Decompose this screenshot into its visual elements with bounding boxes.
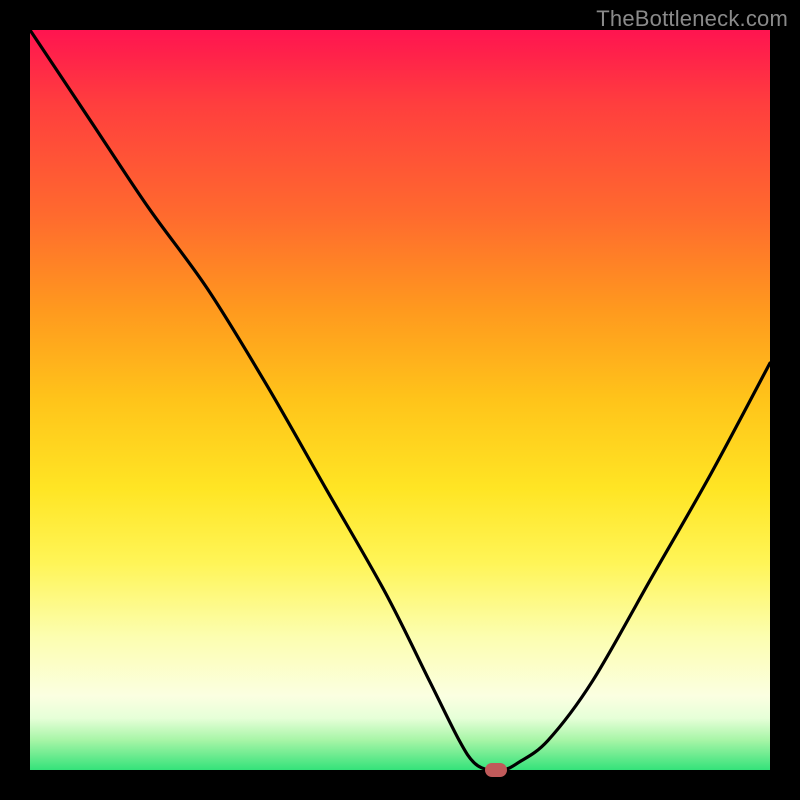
watermark-text: TheBottleneck.com — [596, 6, 788, 32]
chart-frame: TheBottleneck.com — [0, 0, 800, 800]
bottleneck-curve — [30, 30, 770, 770]
optimal-point-marker — [485, 763, 507, 777]
plot-area — [30, 30, 770, 770]
